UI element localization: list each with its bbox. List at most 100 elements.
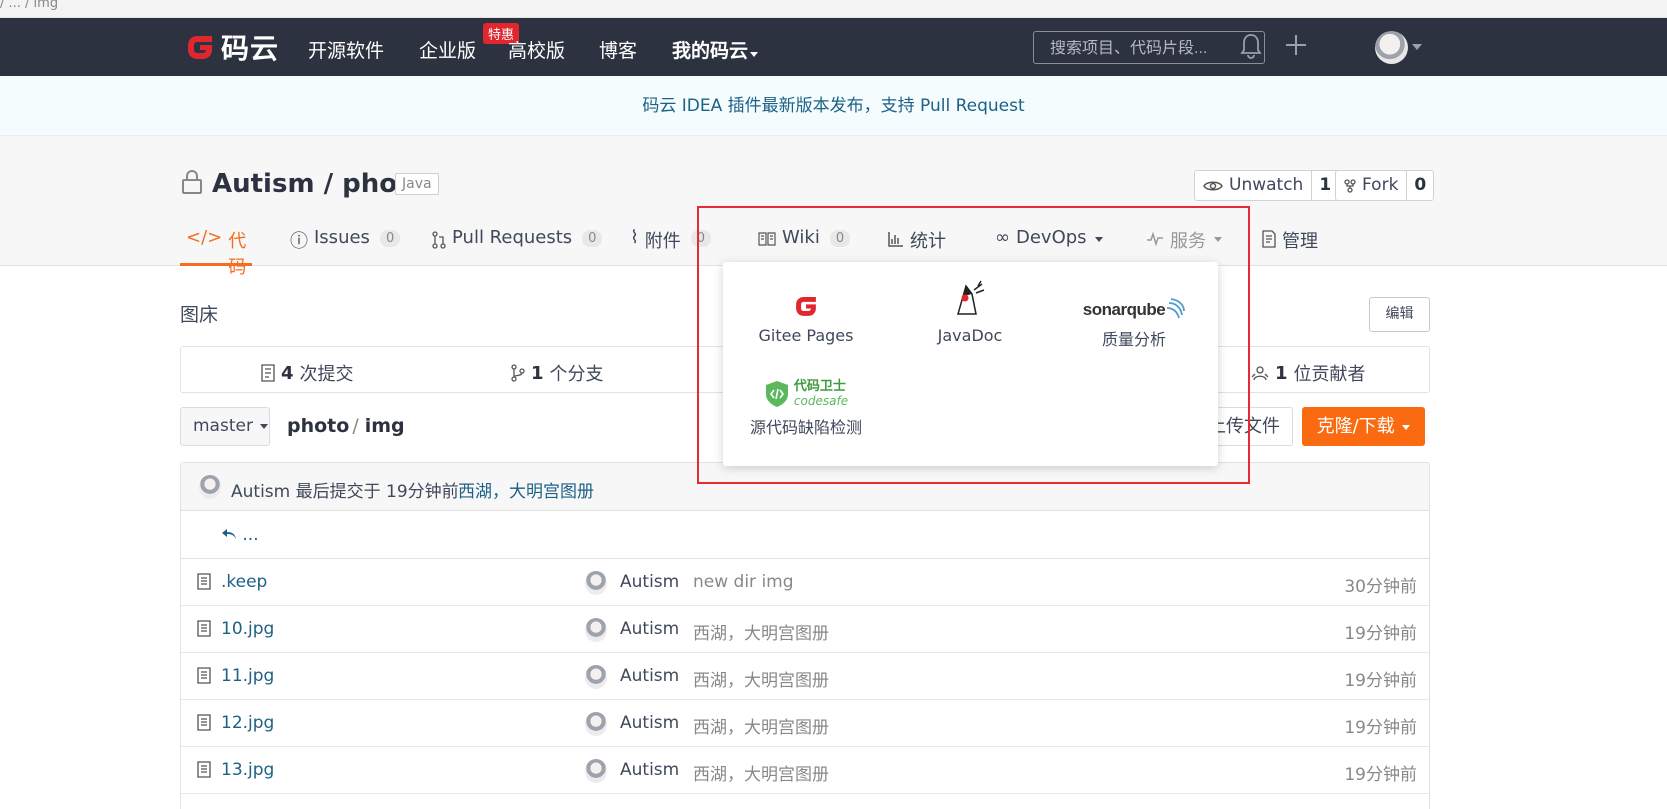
nav-university[interactable]: 高校版 (508, 36, 565, 63)
author-avatar[interactable] (585, 571, 607, 595)
fork-label: Fork (1362, 175, 1399, 195)
tab-attachments-count: 0 (690, 230, 712, 247)
announcement-bar[interactable]: 码云 IDEA 插件最新版本发布，支持 Pull Request (0, 76, 1667, 136)
author-avatar[interactable] (585, 665, 607, 689)
unwatch-button[interactable]: Unwatch (1195, 171, 1311, 200)
file-commit-message[interactable]: 西湖，大明宫图册 (693, 713, 829, 738)
contributors-stat[interactable]: 1 位贡献者 (1251, 360, 1366, 386)
nav-blog[interactable]: 博客 (599, 36, 637, 63)
tab-attachments[interactable]: ⌇ 附件 0 (630, 225, 712, 266)
file-commit-time: 19分钟前 (1344, 671, 1417, 691)
file-row[interactable]: .keep Autism new dir img 30分钟前 (181, 559, 1429, 606)
tab-devops-label: DevOps (1016, 227, 1087, 248)
file-icon (197, 620, 211, 641)
parent-dir-link[interactable]: ... (221, 525, 259, 545)
tab-issues[interactable]: ⓘ Issues 0 (290, 225, 401, 266)
tab-statistics[interactable]: 统计 (888, 225, 946, 266)
chevron-down-icon (260, 423, 269, 429)
watch-button-group[interactable]: Unwatch 1 (1194, 170, 1340, 201)
commits-count: 4 (281, 362, 294, 384)
file-row[interactable]: 11.jpg Autism 西湖，大明宫图册 19分钟前 (181, 653, 1429, 700)
file-author[interactable]: Autism (620, 713, 679, 733)
nav-open-source[interactable]: 开源软件 (308, 36, 384, 63)
commit-author-avatar[interactable] (199, 475, 221, 499)
file-commit-time: 30分钟前 (1344, 577, 1417, 597)
file-name[interactable]: .keep (221, 572, 267, 592)
file-name[interactable]: 12.jpg (221, 713, 274, 733)
parent-dir-label: ... (242, 525, 259, 545)
contributors-count: 1 (1275, 362, 1288, 384)
file-name[interactable]: 11.jpg (221, 666, 274, 686)
nav-enterprise[interactable]: 企业版 (419, 36, 476, 63)
parent-dir-row[interactable]: ... (181, 511, 1429, 559)
branch-selector[interactable]: master (180, 407, 270, 446)
tab-issues-label: Issues (314, 227, 370, 248)
file-author[interactable]: Autism (620, 760, 679, 780)
fork-button[interactable]: Fork (1336, 171, 1406, 200)
code-icon: </> (186, 227, 223, 248)
author-avatar[interactable] (585, 759, 607, 783)
file-commit-message[interactable]: new dir img (693, 572, 794, 592)
clone-download-button[interactable]: 克隆/下载 (1302, 407, 1425, 446)
breadcrumb-root[interactable]: photo (287, 415, 349, 437)
fork-button-group[interactable]: Fork 0 (1335, 170, 1435, 201)
service-javadoc[interactable]: JavaDoc (895, 276, 1045, 345)
gitee-logo[interactable]: 码云 (183, 28, 279, 66)
nav-my-gitee-label: 我的码云 (672, 40, 749, 62)
file-name[interactable]: 13.jpg (221, 760, 274, 780)
tab-issues-count: 0 (379, 230, 401, 247)
infinity-icon: ∞ (995, 227, 1010, 248)
announcement-text[interactable]: 码云 IDEA 插件最新版本发布，支持 Pull Request (642, 96, 1024, 116)
user-avatar[interactable] (1375, 31, 1408, 64)
tab-wiki[interactable]: Wiki 0 (758, 225, 851, 266)
last-commit-info: Autism 最后提交于 19分钟前 (231, 482, 459, 502)
tab-services[interactable]: 服务 (1146, 225, 1222, 266)
chevron-down-icon (750, 52, 759, 57)
tab-pull-requests[interactable]: Pull Requests 0 (432, 225, 603, 266)
file-commit-message[interactable]: 西湖，大明宫图册 (693, 760, 829, 785)
branch-name: master (193, 416, 253, 436)
commits-stat[interactable]: 4 次提交 (261, 360, 354, 386)
plus-icon[interactable] (1285, 34, 1307, 60)
file-author[interactable]: Autism (620, 619, 679, 639)
file-row[interactable]: 13.jpg Autism 西湖，大明宫图册 19分钟前 (181, 747, 1429, 794)
pulse-icon (1147, 232, 1163, 246)
info-circle-icon: ⓘ (290, 231, 308, 252)
file-author[interactable]: Autism (620, 572, 679, 592)
clone-download-label: 克隆/下载 (1316, 416, 1395, 437)
service-code-defect-check[interactable]: 代码卫士 codesafe 源代码缺陷检测 (731, 364, 881, 438)
file-row[interactable]: 10.jpg Autism 西湖，大明宫图册 19分钟前 (181, 606, 1429, 653)
author-avatar[interactable] (585, 618, 607, 642)
tab-statistics-label: 统计 (910, 231, 946, 252)
tab-devops[interactable]: ∞ DevOps (995, 225, 1103, 266)
tab-manage[interactable]: 管理 (1262, 225, 1318, 266)
pull-request-icon (432, 231, 446, 249)
fork-count[interactable]: 0 (1406, 171, 1433, 200)
sonarqube-logo: sonarqube (1083, 300, 1166, 320)
tab-manage-label: 管理 (1282, 231, 1318, 252)
tab-code[interactable]: </> 代码 (180, 225, 252, 278)
bell-icon[interactable] (1240, 32, 1262, 64)
language-badge[interactable]: Java (395, 173, 439, 195)
upload-file-label: 上传文件 (1208, 416, 1280, 437)
file-commit-message[interactable]: 西湖，大明宫图册 (693, 666, 829, 691)
service-quality-analysis[interactable]: sonarqube 质量分析 (1059, 276, 1209, 350)
avatar-chevron-down-icon[interactable] (1412, 44, 1422, 50)
file-author[interactable]: Autism (620, 666, 679, 686)
edit-button[interactable]: 编辑 (1369, 297, 1430, 332)
author-avatar[interactable] (585, 712, 607, 736)
branches-stat[interactable]: 1 个分支 (511, 360, 604, 386)
service-gitee-pages[interactable]: Gitee Pages (731, 276, 881, 345)
book-icon (758, 232, 776, 246)
file-name[interactable]: 10.jpg (221, 619, 274, 639)
search-field[interactable] (1033, 31, 1265, 64)
document-gear-icon (1262, 230, 1276, 248)
file-commit-message[interactable]: 西湖，大明宫图册 (693, 619, 829, 644)
bar-chart-icon (888, 232, 903, 247)
logo-text: 码云 (221, 32, 280, 65)
tab-wiki-count: 0 (829, 230, 851, 247)
last-commit-message[interactable]: 西湖，大明宫图册 (458, 477, 594, 502)
search-input[interactable] (1050, 40, 1248, 58)
nav-my-gitee[interactable]: 我的码云 (672, 36, 759, 63)
file-row[interactable]: 12.jpg Autism 西湖，大明宫图册 19分钟前 (181, 700, 1429, 747)
